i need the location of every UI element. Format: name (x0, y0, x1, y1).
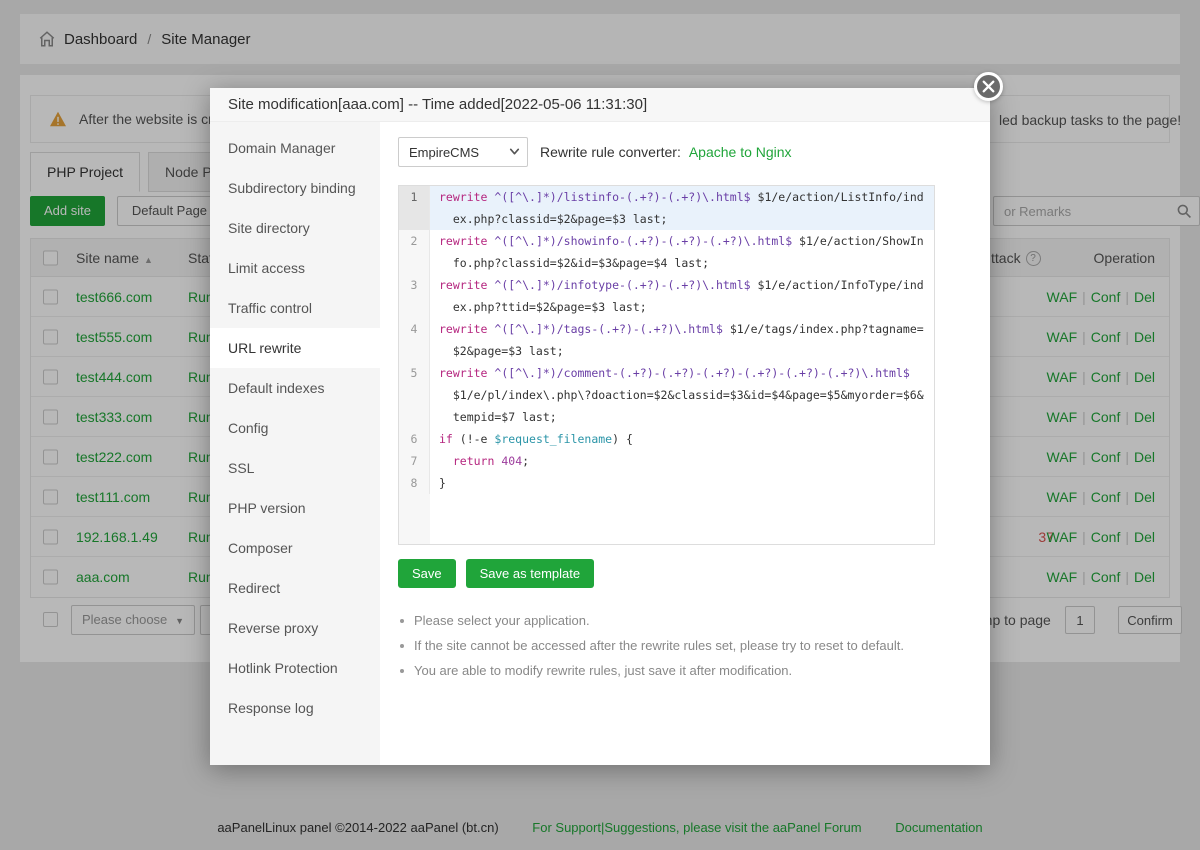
line-number: 6 (399, 428, 430, 450)
line-number: 8 (399, 472, 430, 494)
modal-menu-item-subdirectory-binding[interactable]: Subdirectory binding (210, 168, 380, 208)
line-number: 7 (399, 450, 430, 472)
notes-list: Please select your application.If the si… (398, 608, 904, 683)
modal-menu-item-url-rewrite[interactable]: URL rewrite (210, 328, 380, 368)
modal-menu-item-php-version[interactable]: PHP version (210, 488, 380, 528)
modal-menu-item-response-log[interactable]: Response log (210, 688, 380, 728)
note-item: You are able to modify rewrite rules, ju… (398, 658, 904, 683)
site-manager-page: Dashboard / Site Manager After the websi… (0, 0, 1200, 850)
code-line: 1rewrite ^([^\.]*)/listinfo-(.+?)-(.+?)\… (399, 186, 934, 230)
close-icon (977, 75, 1000, 98)
modal-menu-item-redirect[interactable]: Redirect (210, 568, 380, 608)
code-line: 5rewrite ^([^\.]*)/comment-(.+?)-(.+?)-(… (399, 362, 934, 428)
modal-menu-item-site-directory[interactable]: Site directory (210, 208, 380, 248)
rewrite-rule-editor[interactable]: 1rewrite ^([^\.]*)/listinfo-(.+?)-(.+?)\… (398, 185, 935, 545)
modal-menu-item-domain-manager[interactable]: Domain Manager (210, 128, 380, 168)
code-text: rewrite ^([^\.]*)/comment-(.+?)-(.+?)-(.… (430, 362, 934, 428)
line-number: 2 (399, 230, 430, 274)
converter-label: Rewrite rule converter: (540, 144, 681, 160)
line-number: 4 (399, 318, 430, 362)
code-text: } (430, 472, 934, 494)
save-button[interactable]: Save (398, 559, 456, 588)
line-number: 1 (399, 186, 430, 230)
converter-link[interactable]: Apache to Nginx (689, 144, 792, 160)
code-line: 3rewrite ^([^\.]*)/infotype-(.+?)-(.+?)\… (399, 274, 934, 318)
modal-menu-item-traffic-control[interactable]: Traffic control (210, 288, 380, 328)
modal-menu-item-reverse-proxy[interactable]: Reverse proxy (210, 608, 380, 648)
site-modification-modal: Site modification[aaa.com] -- Time added… (210, 88, 990, 765)
save-as-template-button[interactable]: Save as template (466, 559, 594, 588)
code-line: 7 return 404; (399, 450, 934, 472)
modal-menu-item-composer[interactable]: Composer (210, 528, 380, 568)
modal-menu-item-hotlink-protection[interactable]: Hotlink Protection (210, 648, 380, 688)
code-text: rewrite ^([^\.]*)/tags-(.+?)-(.+?)\.html… (430, 318, 934, 362)
modal-menu: Domain ManagerSubdirectory bindingSite d… (210, 122, 380, 765)
code-text: rewrite ^([^\.]*)/showinfo-(.+?)-(.+?)-(… (430, 230, 934, 274)
note-item: If the site cannot be accessed after the… (398, 633, 904, 658)
code-line: 4rewrite ^([^\.]*)/tags-(.+?)-(.+?)\.htm… (399, 318, 934, 362)
modal-menu-item-limit-access[interactable]: Limit access (210, 248, 380, 288)
code-text: if (!-e $request_filename) { (430, 428, 934, 450)
note-item: Please select your application. (398, 608, 904, 633)
code-line: 8} (399, 472, 934, 494)
modal-menu-item-ssl[interactable]: SSL (210, 448, 380, 488)
modal-menu-item-config[interactable]: Config (210, 408, 380, 448)
modal-close-button[interactable] (974, 72, 1003, 101)
code-line: 6if (!-e $request_filename) { (399, 428, 934, 450)
editor-actions: Save Save as template (398, 559, 594, 588)
cms-select-wrap: EmpireCMS (398, 137, 528, 167)
modal-menu-item-default-indexes[interactable]: Default indexes (210, 368, 380, 408)
code-text: rewrite ^([^\.]*)/infotype-(.+?)-(.+?)\.… (430, 274, 934, 318)
line-number: 3 (399, 274, 430, 318)
rewrite-template-row: EmpireCMS Rewrite rule converter: Apache… (398, 137, 792, 167)
code-text: rewrite ^([^\.]*)/listinfo-(.+?)-(.+?)\.… (430, 186, 934, 230)
line-number: 5 (399, 362, 430, 428)
url-rewrite-panel: EmpireCMS Rewrite rule converter: Apache… (380, 122, 990, 765)
cms-select[interactable]: EmpireCMS (398, 137, 528, 167)
modal-title: Site modification[aaa.com] -- Time added… (210, 88, 990, 122)
code-line: 2rewrite ^([^\.]*)/showinfo-(.+?)-(.+?)-… (399, 230, 934, 274)
code-text: return 404; (430, 450, 934, 472)
